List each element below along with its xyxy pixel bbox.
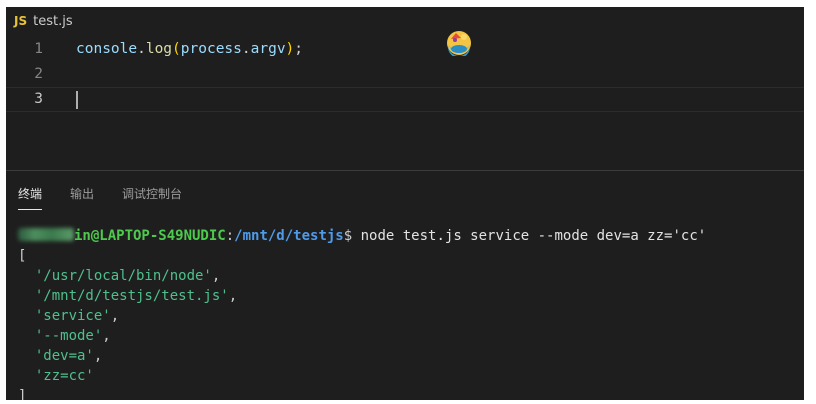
terminal-host: in@LAPTOP-S49NUDIC: [74, 228, 226, 244]
output-close-bracket: ]: [18, 388, 27, 400]
tab-output[interactable]: 输出: [70, 185, 94, 210]
bottom-panel: 终端 输出 调试控制台 in@LAPTOP-S49NUDIC:/mnt/d/te…: [6, 170, 804, 400]
output-item: 'zz=cc': [34, 368, 94, 384]
code-line-current[interactable]: 3: [6, 87, 804, 112]
line-number: 2: [34, 66, 43, 82]
terminal-path: /mnt/d/testjs: [234, 228, 344, 244]
output-item: '/mnt/d/testjs/test.js',: [34, 288, 238, 304]
token-process: process: [180, 41, 242, 57]
terminal-output[interactable]: in@LAPTOP-S49NUDIC:/mnt/d/testjs$ node t…: [18, 226, 706, 400]
output-item: '--mode',: [34, 328, 111, 344]
editor-tab-filename: test.js: [33, 13, 73, 29]
redacted-username: [18, 228, 74, 241]
panel-tabs: 终端 输出 调试控制台: [18, 185, 210, 210]
javascript-file-icon: JS: [14, 14, 28, 28]
token-argv: argv: [250, 41, 286, 57]
token-dot: .: [137, 41, 146, 57]
token-open-paren: (: [172, 41, 181, 57]
text-cursor: [76, 91, 78, 109]
output-item: 'dev=a',: [34, 348, 103, 364]
token-semicolon: ;: [294, 41, 304, 57]
tab-terminal[interactable]: 终端: [18, 185, 43, 210]
tab-debug-console[interactable]: 调试控制台: [122, 185, 182, 210]
token-log: log: [145, 41, 173, 57]
output-open-bracket: [: [18, 248, 27, 264]
colorful-emoji-icon[interactable]: [445, 28, 473, 56]
line-number: 3: [34, 91, 43, 107]
line-number: 1: [34, 41, 43, 57]
vscode-window: JS test.js 1 console.log(process.argv); …: [6, 7, 804, 400]
terminal-dollar: $: [343, 228, 353, 244]
code-line[interactable]: 1 console.log(process.argv);: [6, 37, 804, 62]
code-editor[interactable]: 1 console.log(process.argv); 2 3: [6, 37, 804, 112]
terminal-colon: :: [225, 228, 235, 244]
output-item: 'service',: [34, 308, 120, 324]
token-console: console: [76, 41, 138, 57]
editor-tab[interactable]: JS test.js: [6, 7, 73, 35]
code-text: console.log(process.argv);: [76, 37, 303, 62]
code-line[interactable]: 2: [6, 62, 804, 87]
output-item: '/usr/local/bin/node',: [34, 268, 221, 284]
terminal-command: node test.js service --mode dev=a zz='cc…: [352, 228, 707, 244]
token-close-paren: ): [285, 41, 295, 57]
token-dot: .: [241, 41, 251, 57]
terminal-command-line: in@LAPTOP-S49NUDIC:/mnt/d/testjs$ node t…: [18, 226, 706, 246]
